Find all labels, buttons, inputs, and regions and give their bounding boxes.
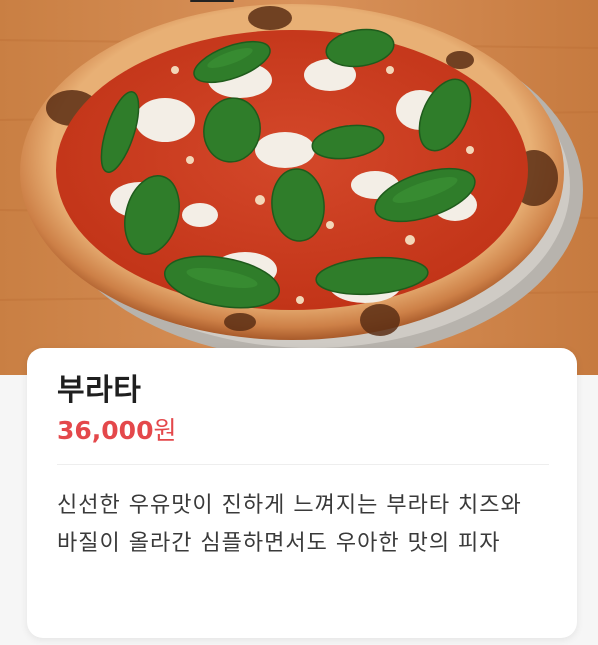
- menu-item-description: 신선한 우유맛이 진하게 느껴지는 부라타 치즈와 바질이 올라간 심플하면서도…: [57, 493, 522, 556]
- menu-item-card: 부라타 36,000원 신선한 우유맛이 진하게 느껴지는 부라타 치즈와 바질…: [27, 348, 577, 638]
- menu-item-price: 36,000원: [57, 416, 547, 446]
- divider: [57, 464, 549, 465]
- menu-item-name: 부라타: [57, 373, 142, 408]
- price-unit: 원: [153, 416, 177, 445]
- pizza-illustration: [0, 0, 598, 375]
- menu-item-page: 부라타 36,000원 신선한 우유맛이 진하게 느껴지는 부라타 치즈와 바질…: [0, 0, 598, 645]
- price-amount: 36,000: [57, 416, 154, 445]
- drag-handle[interactable]: [190, 0, 234, 2]
- pizza-photo: [0, 0, 598, 375]
